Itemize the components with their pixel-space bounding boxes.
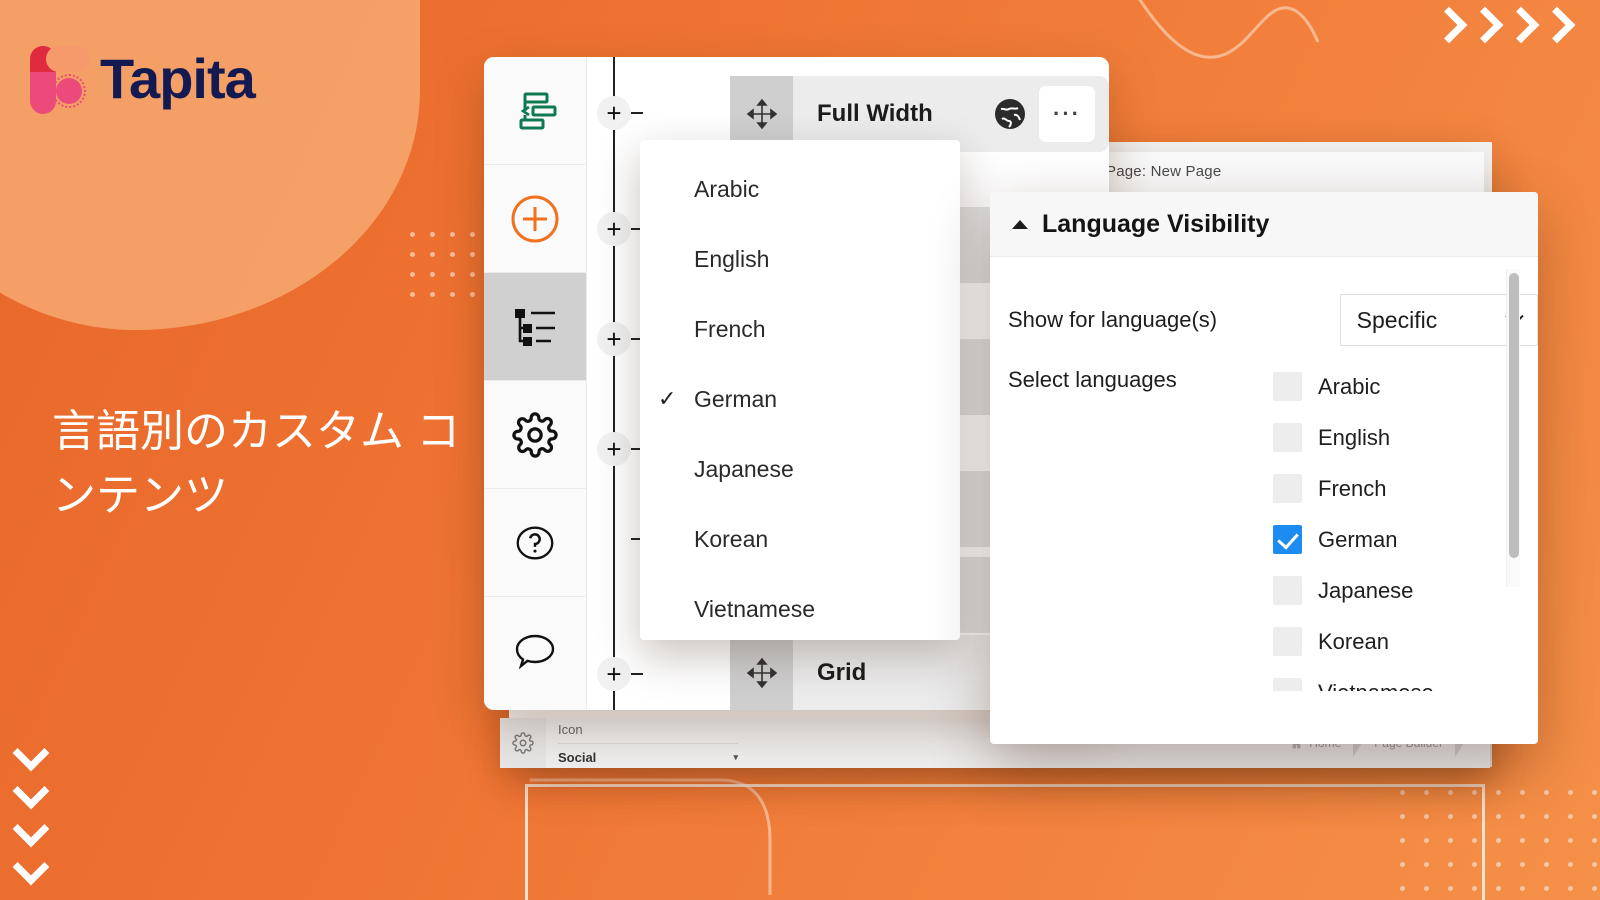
language-menu-label: Japanese xyxy=(694,455,794,482)
sidebar-item-layout[interactable] xyxy=(484,57,586,165)
checkbox-label: Vietnamese xyxy=(1318,680,1434,692)
language-checkbox-row[interactable]: French xyxy=(1273,463,1511,514)
language-menu-label: Vietnamese xyxy=(694,595,816,622)
logo-circle xyxy=(56,78,82,104)
select-languages-label: Select languages xyxy=(1008,367,1177,392)
language-checkbox-list[interactable]: Arabic English French German Japanese Ko… xyxy=(1273,361,1511,691)
drag-move-icon[interactable] xyxy=(730,635,793,710)
select-value: Specific xyxy=(1356,306,1438,333)
language-menu-item[interactable]: Arabic xyxy=(640,154,960,224)
check-icon: ✓ xyxy=(658,386,677,411)
tree-connector-line xyxy=(613,57,615,710)
caret-up-icon[interactable] xyxy=(1012,219,1028,229)
chevron-down-icon xyxy=(12,772,50,810)
chevron-down-icon xyxy=(12,734,50,772)
language-checkbox-row-checked[interactable]: German xyxy=(1273,514,1511,565)
dialog-body: Show for language(s) Specific Select lan… xyxy=(990,257,1538,691)
chevron-right-icon xyxy=(1538,6,1576,44)
social-select-value: Social xyxy=(558,750,597,765)
scrollbar-track[interactable] xyxy=(1506,269,1520,587)
gear-icon xyxy=(512,411,558,458)
checkbox-label: German xyxy=(1318,526,1398,552)
chevron-down-icon: ▾ xyxy=(733,752,738,762)
dialog-header[interactable]: Language Visibility xyxy=(990,192,1538,257)
tree-stub xyxy=(631,112,643,114)
chevron-group-bottom-left xyxy=(12,734,50,886)
language-menu-label: German xyxy=(694,385,778,412)
sidebar-item-settings[interactable] xyxy=(484,381,586,489)
checkbox[interactable] xyxy=(1273,576,1302,605)
checkbox-label: Japanese xyxy=(1318,577,1414,603)
show-for-language-row: Show for language(s) Specific xyxy=(1008,279,1538,361)
language-menu-label: Korean xyxy=(694,525,769,552)
gear-icon[interactable] xyxy=(500,718,546,768)
checkbox-label: French xyxy=(1318,475,1387,501)
headline-text: 言語別のカスタム コンテンツ xyxy=(52,407,461,520)
checkbox-checked[interactable] xyxy=(1273,525,1302,554)
tool-rail xyxy=(484,57,587,710)
checkbox[interactable] xyxy=(1273,423,1302,452)
language-checkbox-row[interactable]: English xyxy=(1273,412,1511,463)
page-label: Page: New Page xyxy=(1106,163,1222,180)
add-circle-icon xyxy=(511,195,559,242)
chat-bubble-icon xyxy=(515,634,555,670)
language-checkbox-row[interactable]: Vietnamese xyxy=(1273,667,1511,691)
language-dropdown-menu[interactable]: Arabic English French ✓ German Japanese … xyxy=(640,140,960,640)
block-title: Full Width xyxy=(817,100,933,127)
help-circle-icon xyxy=(516,526,554,559)
language-menu-item[interactable]: Korean xyxy=(640,504,960,574)
sidebar-item-help[interactable] xyxy=(484,489,586,597)
bottom-strip-fields: Icon Social ▾ xyxy=(546,718,746,768)
dialog-title: Language Visibility xyxy=(1042,209,1270,238)
language-menu-label: English xyxy=(694,245,770,272)
checkbox-label: English xyxy=(1318,424,1391,450)
language-menu-label: French xyxy=(694,315,766,342)
chevron-down-icon xyxy=(12,810,50,848)
decorative-frame-outline xyxy=(525,784,1485,900)
sidebar-item-layers[interactable] xyxy=(484,273,586,381)
social-select[interactable]: Social ▾ xyxy=(558,743,738,765)
checkbox[interactable] xyxy=(1273,372,1302,401)
language-menu-label: Arabic xyxy=(694,175,760,202)
checkbox[interactable] xyxy=(1273,678,1302,691)
checkbox-label: Arabic xyxy=(1318,373,1381,399)
chevron-right-icon xyxy=(1502,6,1540,44)
sidebar-item-chat[interactable] xyxy=(484,597,586,705)
icon-field-label: Icon xyxy=(558,722,583,737)
add-block-button[interactable]: + xyxy=(597,96,631,130)
add-block-button[interactable]: + xyxy=(597,432,631,466)
add-block-button[interactable]: + xyxy=(597,657,631,691)
show-for-language-label: Show for language(s) xyxy=(1008,307,1218,332)
language-menu-item[interactable]: Japanese xyxy=(640,434,960,504)
checkbox[interactable] xyxy=(1273,627,1302,656)
add-block-button[interactable]: + xyxy=(597,212,631,246)
language-menu-item-selected[interactable]: ✓ German xyxy=(640,364,960,434)
logo-top-bar xyxy=(46,46,90,72)
language-checkbox-row[interactable]: Korean xyxy=(1273,616,1511,667)
scrollbar-thumb[interactable] xyxy=(1509,273,1519,558)
language-menu-item[interactable]: English xyxy=(640,224,960,294)
add-block-button[interactable]: + xyxy=(597,322,631,356)
brand-lockup: Tapita xyxy=(26,40,256,116)
language-checkbox-row[interactable]: Japanese xyxy=(1273,565,1511,616)
tree-stub xyxy=(631,673,643,675)
globe-icon[interactable] xyxy=(993,97,1027,131)
layers-tree-icon xyxy=(515,308,555,346)
language-menu-item[interactable]: Vietnamese xyxy=(640,574,960,644)
chevron-group-top-right xyxy=(1430,6,1576,44)
select-languages-row: Select languages Arabic English French G… xyxy=(1008,269,1538,691)
language-checkbox-row[interactable]: Arabic xyxy=(1273,361,1511,412)
sidebar-item-add[interactable] xyxy=(484,165,586,273)
block-more-button[interactable]: ··· xyxy=(1039,86,1095,142)
chevron-right-icon xyxy=(1430,6,1468,44)
tapita-logo-icon xyxy=(26,40,90,116)
layout-collapse-icon xyxy=(519,92,557,129)
language-menu-item[interactable]: French xyxy=(640,294,960,364)
language-visibility-dialog: Language Visibility Show for language(s)… xyxy=(990,192,1538,744)
chevron-right-icon xyxy=(1466,6,1504,44)
brand-name: Tapita xyxy=(100,46,256,110)
checkbox[interactable] xyxy=(1273,474,1302,503)
chevron-down-icon xyxy=(12,848,50,886)
checkbox-label: Korean xyxy=(1318,628,1389,654)
